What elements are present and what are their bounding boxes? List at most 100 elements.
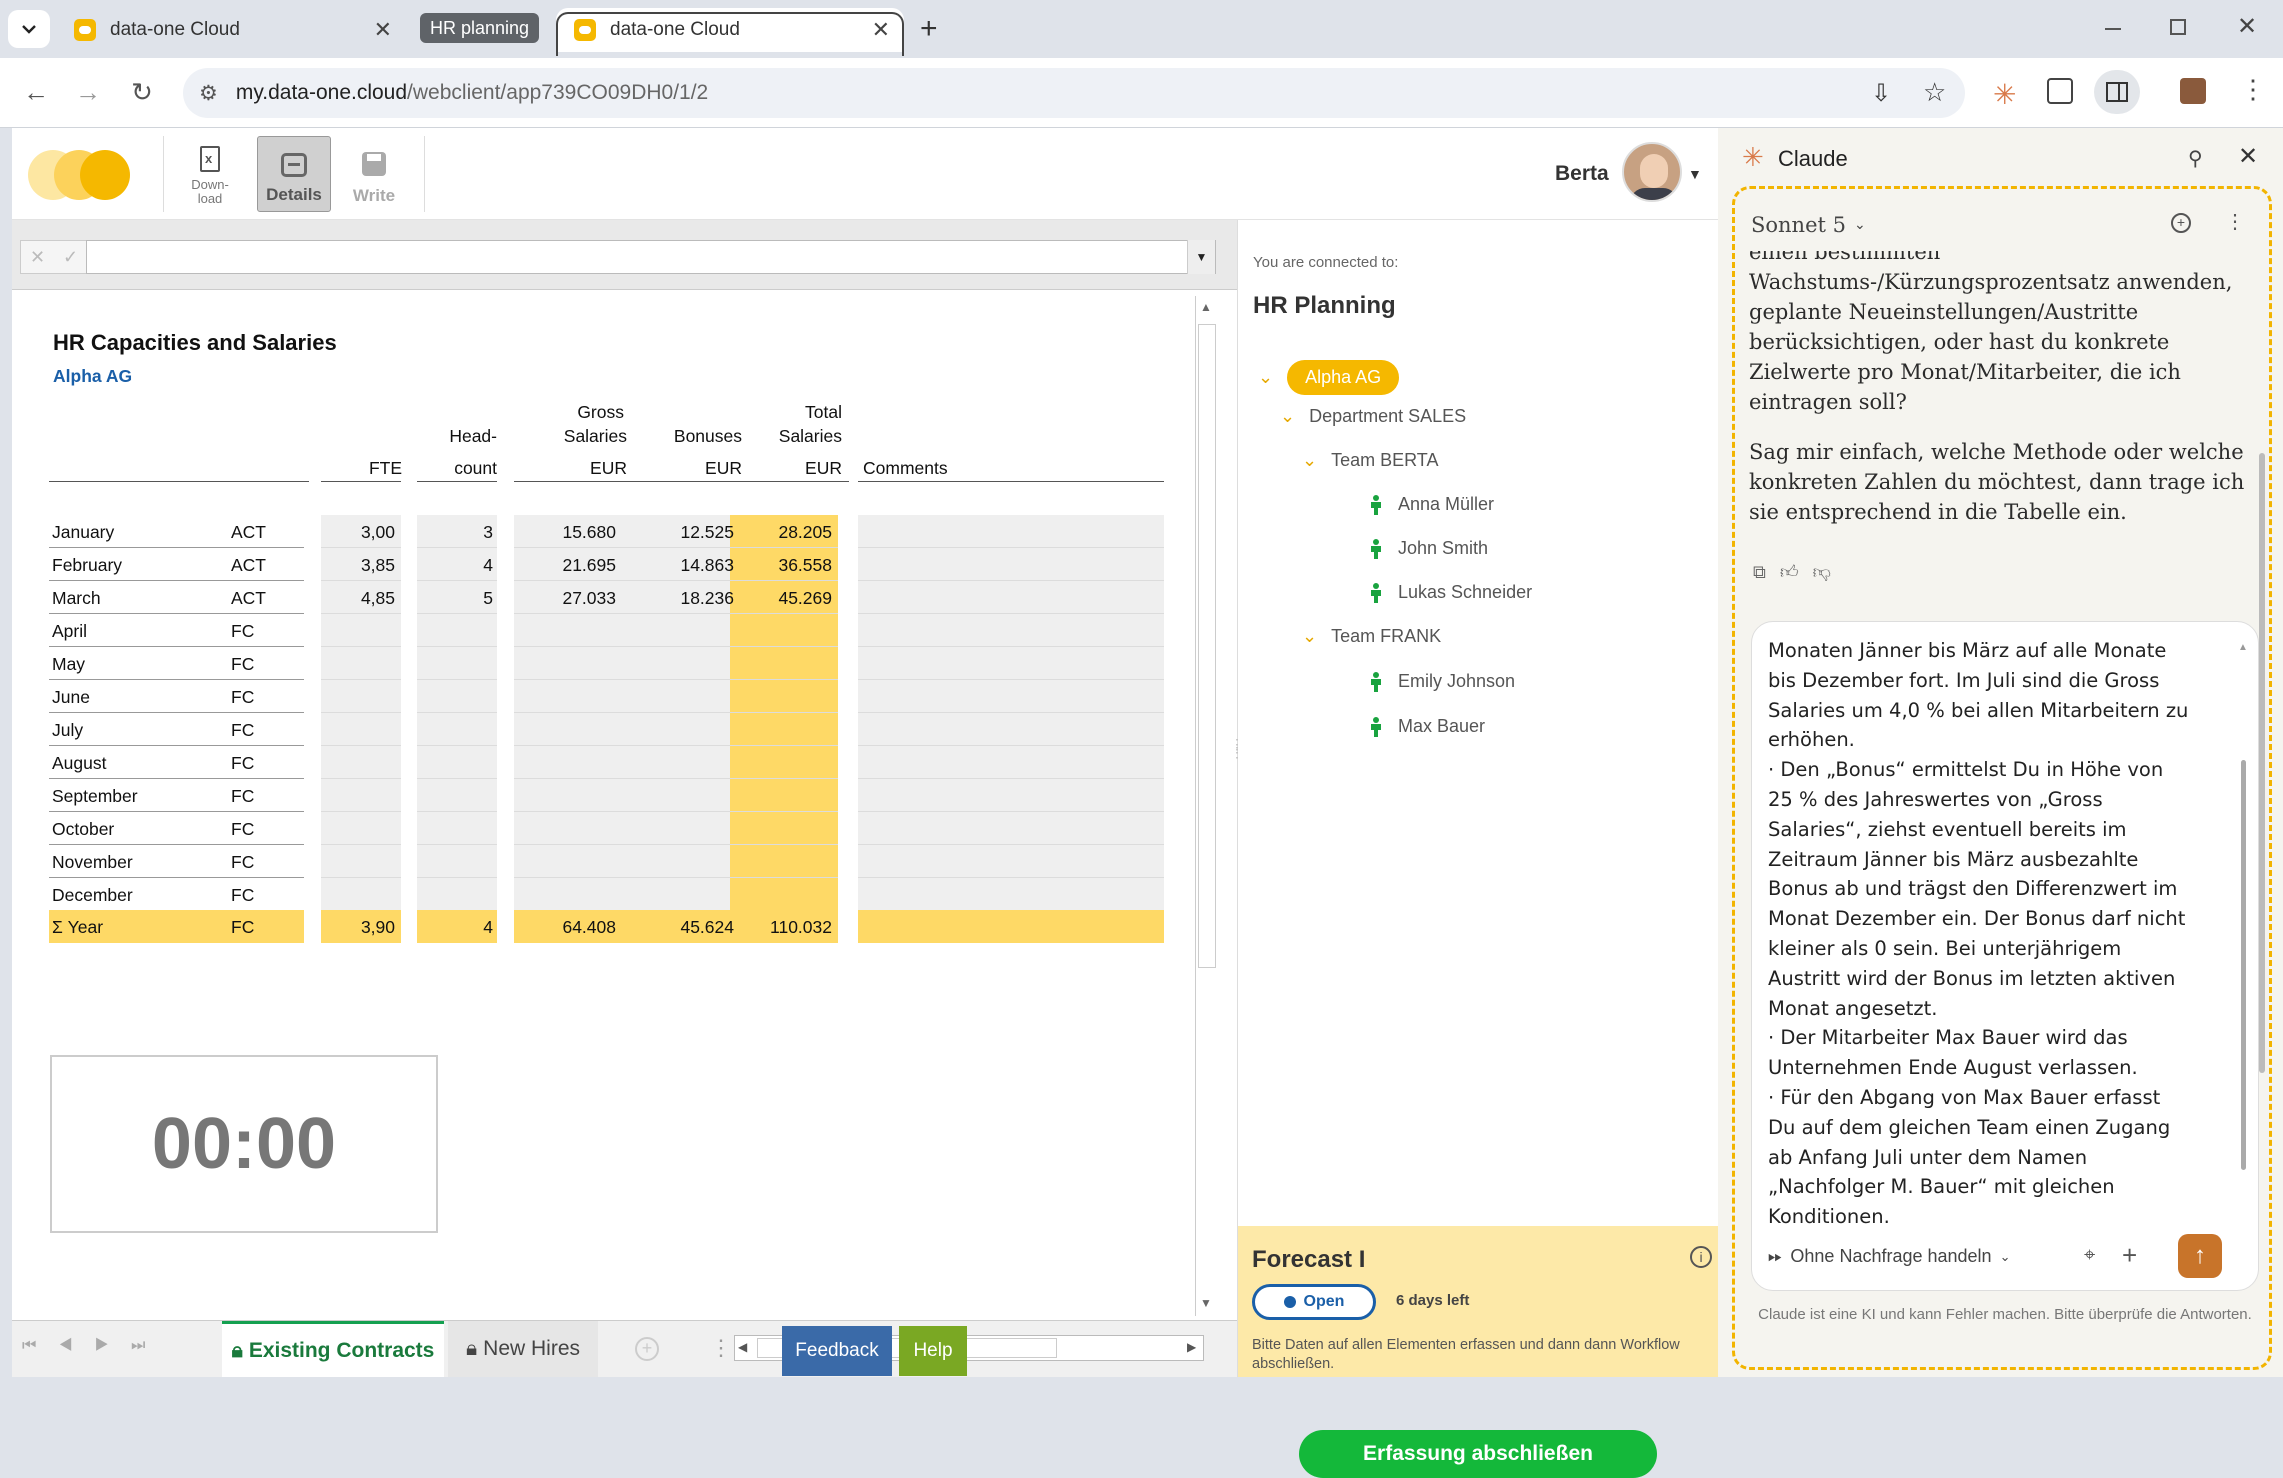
formula-input[interactable] [86,240,1216,274]
input-scrollbar-thumb[interactable] [2241,760,2246,1170]
send-button[interactable]: ↑ [2178,1234,2222,1278]
row-headcount[interactable]: 3 [417,522,493,543]
tree-person[interactable]: Anna Müller [1370,494,1494,515]
details-button[interactable]: Details [257,136,331,212]
tree-team-berta[interactable]: ⌄ Team BERTA [1302,450,1438,471]
row-comment-cell[interactable] [858,515,1164,547]
site-info-icon[interactable]: ⚙ [199,81,218,106]
copy-icon[interactable]: ⧉ [1753,562,1780,582]
browser-menu-icon[interactable]: ⋮ [2240,74,2266,105]
prompt-input[interactable]: Monaten Jänner bis März auf alle Monate b… [1751,621,2259,1291]
bookmark-star-icon[interactable]: ☆ [1923,77,1946,108]
formula-expand-icon[interactable]: ▼ [1187,240,1215,274]
reload-icon[interactable]: ↻ [122,72,162,112]
row-comment-cell[interactable] [858,713,1164,745]
company-node[interactable]: Alpha AG [1287,360,1400,395]
tree-person[interactable]: Lukas Schneider [1370,582,1532,603]
input-scroll-up-icon[interactable]: ▲ [2238,642,2248,653]
url-field[interactable]: ⚙ my.data-one.cloud/webclient/app739CO09… [183,68,1965,118]
prompt-text[interactable]: Monaten Jänner bis März auf alle Monate b… [1768,636,2228,1226]
chevron-down-icon[interactable]: ⌄ [1280,406,1295,427]
sheet-options-icon[interactable]: ⋮ [710,1335,732,1361]
profile-avatar-icon[interactable] [2180,78,2206,104]
add-attachment-icon[interactable]: + [2122,1240,2137,1271]
model-selector[interactable]: Sonnet 5 ⌄ [1751,213,1866,237]
row-gross[interactable]: 15.680 [514,522,616,543]
row-gross[interactable]: 21.695 [514,555,616,576]
back-icon[interactable]: ← [16,72,56,112]
row-comment-cell[interactable] [858,746,1164,778]
chevron-down-icon[interactable]: ⌄ [1302,450,1317,471]
close-panel-icon[interactable]: ✕ [2238,142,2258,171]
help-button[interactable]: Help [899,1326,967,1376]
write-button[interactable]: Write [344,136,404,212]
row-comment-cell[interactable] [858,581,1164,613]
row-headcount[interactable]: 4 [417,555,493,576]
close-tab-icon[interactable]: ✕ [872,17,890,43]
side-panel-button[interactable] [2094,70,2140,114]
chat-scrollbar[interactable] [2259,253,2265,1073]
minimize-icon[interactable] [2105,28,2121,30]
info-icon[interactable]: i [1690,1246,1712,1268]
row-bonus[interactable]: 14.863 [632,555,734,576]
year-bonus[interactable]: 45.624 [632,917,734,938]
user-menu-caret-icon[interactable]: ▼ [1688,166,1702,182]
submit-capture-button[interactable]: Erfassung abschließen [1299,1430,1657,1478]
more-options-icon[interactable]: ⋮ [2225,209,2245,234]
year-total[interactable]: 110.032 [732,917,832,938]
tree-person[interactable]: John Smith [1370,538,1488,559]
download-button[interactable]: x Down- load [180,136,240,212]
year-gross[interactable]: 64.408 [514,917,616,938]
tree-team-frank[interactable]: ⌄ Team FRANK [1302,626,1441,647]
close-tab-icon[interactable]: ✕ [374,17,392,43]
scroll-right-icon[interactable]: ▶ [1187,1340,1196,1354]
tab-new-hires[interactable]: 🔒︎ New Hires [448,1321,598,1377]
row-total[interactable]: 45.269 [732,588,832,609]
row-comment-cell[interactable] [858,845,1164,877]
row-comment-cell[interactable] [858,878,1164,910]
scroll-down-icon[interactable]: ▼ [1200,1296,1212,1310]
row-fte[interactable]: 4,85 [321,588,395,609]
user-avatar[interactable] [1622,142,1682,202]
tab-data-one-active[interactable]: data-one Cloud ✕ [556,8,904,52]
scrollbar-thumb[interactable] [1198,324,1216,968]
row-bonus[interactable]: 12.525 [632,522,734,543]
row-gross[interactable]: 27.033 [514,588,616,609]
row-headcount[interactable]: 5 [417,588,493,609]
tree-department[interactable]: ⌄ Department SALES [1280,406,1466,427]
maximize-icon[interactable] [2170,19,2186,35]
row-total[interactable]: 36.558 [732,555,832,576]
row-comment-cell[interactable] [858,548,1164,580]
tab-group-hr-planning[interactable]: HR planning [420,13,540,43]
row-comment-cell[interactable] [858,680,1164,712]
row-fte[interactable]: 3,00 [321,522,395,543]
row-comment-cell[interactable] [858,779,1164,811]
prompt-text-area[interactable]: Monaten Jänner bis März auf alle Monate b… [1768,636,2228,1226]
pointer-select-icon[interactable]: ⌖ [2084,1244,2095,1267]
tab-data-one-1[interactable]: data-one Cloud ✕ [56,8,406,52]
row-comment-cell[interactable] [858,614,1164,646]
chevron-down-icon[interactable]: ⌄ [1302,626,1317,647]
scroll-left-icon[interactable]: ◀ [738,1340,747,1354]
tree-person[interactable]: Emily Johnson [1370,671,1515,692]
feedback-button[interactable]: Feedback [782,1326,892,1376]
year-fte[interactable]: 3,90 [321,917,395,938]
tree-company[interactable]: ⌄ Alpha AG [1258,360,1400,395]
thumbs-up-icon[interactable]: 👍︎ [1780,562,1813,582]
chevron-down-icon[interactable]: ⌄ [1258,367,1273,388]
thumbs-down-icon[interactable]: 👎︎ [1813,562,1845,582]
tab-list-button[interactable] [8,10,50,48]
row-fte[interactable]: 3,85 [321,555,395,576]
panel-resize-handle[interactable]: ⋮ ⋮ [1230,737,1244,796]
sheet-nav-arrows[interactable]: ⏮◀▶⏭ [22,1337,167,1355]
scroll-up-icon[interactable]: ▲ [1200,300,1212,314]
install-app-icon[interactable]: ⇩ [1871,79,1891,108]
year-headcount[interactable]: 4 [417,917,493,938]
row-comment-cell[interactable] [858,647,1164,679]
unpin-icon[interactable]: ⚲ [2188,146,2203,171]
extensions-puzzle-icon[interactable] [2047,78,2073,104]
tab-existing-contracts[interactable]: 🔒︎ Existing Contracts [222,1321,444,1377]
claude-extension-icon[interactable]: ✳ [1993,78,2016,111]
new-tab-icon[interactable]: + [920,12,938,46]
row-total[interactable]: 28.205 [732,522,832,543]
